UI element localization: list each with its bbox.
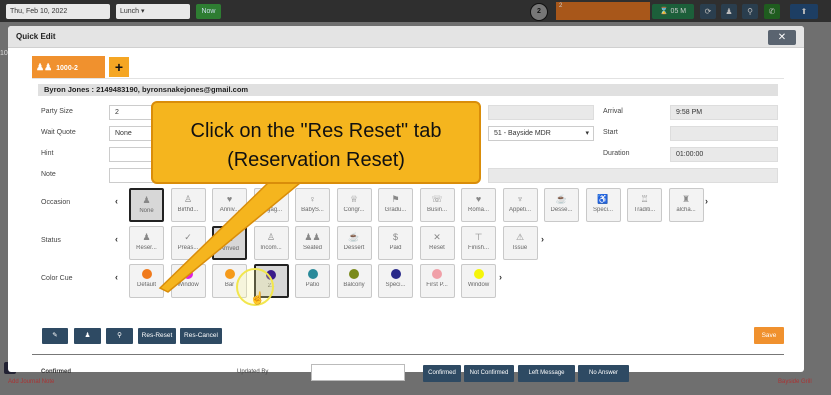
tutorial-callout: Click on the "Res Reset" tab (Reservatio… (151, 101, 481, 184)
callout-line-1: Click on the "Res Reset" tab (190, 120, 442, 142)
callout-line-2: (Reservation Reset) (227, 149, 405, 171)
callout-pointer (158, 182, 303, 293)
hand-cursor-icon: ☝ (250, 291, 265, 305)
